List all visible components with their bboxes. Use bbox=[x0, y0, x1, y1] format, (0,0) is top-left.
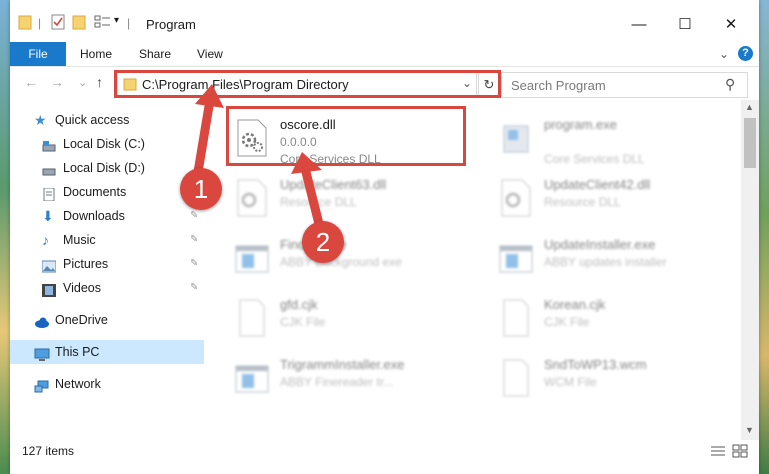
arrow-2-head bbox=[291, 152, 322, 174]
step-badge-2: 2 bbox=[302, 221, 344, 263]
step-badge-1: 1 bbox=[180, 168, 222, 210]
desktop-background-right bbox=[759, 0, 769, 474]
arrow-1-shaft bbox=[193, 95, 215, 177]
explorer-window: | ▾ | Program — ☐ ✕ File Home Share View… bbox=[10, 0, 759, 474]
arrow-1-head bbox=[195, 84, 224, 108]
arrow-2-shaft bbox=[301, 167, 325, 233]
annotation-arrows bbox=[193, 84, 325, 233]
